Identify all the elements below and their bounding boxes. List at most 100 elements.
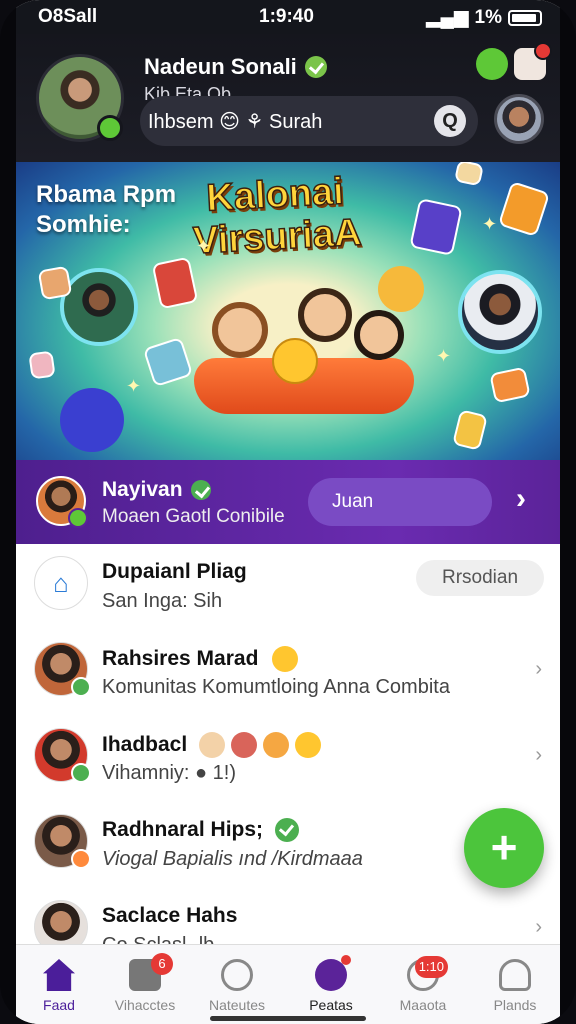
chevron-right-icon[interactable]: › xyxy=(516,482,526,516)
user-avatar[interactable] xyxy=(36,54,124,142)
music-tile-icon xyxy=(452,409,488,451)
chat-icon xyxy=(221,959,253,991)
search-text: Ihbsem 😊 ⚘ Surah xyxy=(148,111,323,133)
secondary-avatar[interactable] xyxy=(494,94,544,144)
kid-illustration xyxy=(354,310,404,360)
tab-feed[interactable]: Faad xyxy=(16,959,102,1013)
item-title-row: Ihadbacl xyxy=(102,732,322,758)
promo-title-row: Nayivan xyxy=(102,478,211,502)
gallery-icon: 6 xyxy=(129,953,173,991)
promo-avatar xyxy=(36,476,88,528)
chevron-right-icon[interactable]: › xyxy=(535,744,542,767)
chevron-right-icon[interactable]: › xyxy=(535,916,542,939)
feature-banner[interactable]: Rbama Rpm Somhie: Kalonai VirsuriaA ✦ ✦ … xyxy=(16,162,560,460)
signal-icon: ▂▄▆ xyxy=(425,7,469,28)
tab-label: Maaota xyxy=(399,997,447,1013)
item-title-row: Radhnaral Hips; xyxy=(102,818,300,842)
man-with-tablet-photo xyxy=(458,270,542,354)
leaf-tile-icon xyxy=(497,180,551,238)
battery-percent: 1% xyxy=(474,6,502,28)
add-button[interactable]: + xyxy=(464,808,544,888)
tab-profile[interactable]: Plands xyxy=(472,959,558,1013)
status-bar: O8Sall 1:9:40 ▂▄▆ 1% xyxy=(16,0,560,34)
tab-label: Faad xyxy=(43,997,75,1013)
badge-count: 6 xyxy=(151,953,173,975)
tab-messages[interactable]: 1:10 Maaota xyxy=(380,956,466,1013)
status-icons: ▂▄▆ 1% xyxy=(426,6,542,29)
verified-icon xyxy=(190,480,211,500)
item-title: Ihadbacl xyxy=(102,733,188,756)
tab-label: Plands xyxy=(493,997,537,1013)
leaf-icon[interactable] xyxy=(476,48,508,80)
tiny-tile-icon xyxy=(28,350,56,380)
item-subtitle: Vihamniy: ● 1!) xyxy=(102,762,236,784)
item-subtitle: Viogal Bapialis ınd /Kirdmaaa xyxy=(102,848,363,870)
banner-left-title: Rbama Rpm Somhie: xyxy=(36,180,176,240)
online-badge-icon xyxy=(71,849,91,869)
list-item[interactable]: ⌂ Dupaianl Pliag San Inga: Sih Rrsodian xyxy=(16,544,560,630)
verified-icon xyxy=(275,818,300,842)
phone-frame: O8Sall 1:9:40 ▂▄▆ 1% Nadeun Sonali Kib E… xyxy=(0,0,576,1024)
tab-posts[interactable]: Peatas xyxy=(288,955,374,1013)
play-button-icon xyxy=(60,388,124,452)
item-title: Rahsires Marad xyxy=(102,647,259,670)
tab-gallery[interactable]: 6 Vihacctes xyxy=(102,953,188,1013)
inbox-icon[interactable] xyxy=(514,42,552,80)
banner-left-title-text: Rbama Rpm Somhie: xyxy=(36,181,177,238)
sparkle-icon: ✦ xyxy=(196,236,212,256)
chevron-right-icon[interactable]: › xyxy=(535,658,542,681)
photo-tile-icon xyxy=(37,265,73,301)
contact-avatar xyxy=(34,642,91,697)
kid-illustration xyxy=(298,288,352,342)
item-title-row: Rahsires Marad xyxy=(102,646,299,672)
face-emoji-icon xyxy=(231,732,258,758)
tab-chat[interactable]: Nateutes xyxy=(194,959,280,1013)
online-badge-icon xyxy=(71,677,91,697)
banner-headline-text: Kalonai VirsuriaA xyxy=(191,170,363,263)
list-item[interactable]: Ihadbacl Vihamniy: ● 1!) › xyxy=(16,716,560,802)
globe-icon xyxy=(315,955,351,991)
join-button[interactable]: Juan xyxy=(308,478,492,526)
sparkle-icon: ✦ xyxy=(436,346,452,366)
smile-emoji-icon xyxy=(272,646,299,672)
notification-dot xyxy=(534,42,552,60)
sparkle-icon: ✦ xyxy=(126,376,142,396)
item-subtitle: Komunitas Komumtloing Anna Combita xyxy=(102,676,450,698)
picture-tile-icon xyxy=(489,366,531,404)
item-subtitle: San Inga: Sih xyxy=(102,590,223,612)
chat-list: ⌂ Dupaianl Pliag San Inga: Sih Rrsodian … xyxy=(16,544,560,956)
community-promo-bar[interactable]: Nayivan Moaen Gaotl Conibile Juan › xyxy=(16,460,560,544)
banner-headline: Kalonai VirsuriaA xyxy=(190,170,363,263)
guitar-player-photo xyxy=(60,268,138,346)
phone-tile-icon xyxy=(151,256,199,310)
header-actions xyxy=(476,42,552,80)
online-badge-icon xyxy=(71,763,91,783)
tab-label: Peatas xyxy=(309,997,353,1013)
item-title: Saclace Hahs xyxy=(102,904,238,927)
kid-illustration xyxy=(212,302,268,358)
action-pill-button[interactable]: Rrsodian xyxy=(416,560,544,596)
promo-subtitle: Moaen Gaotl Conibile xyxy=(102,506,285,527)
promo-title: Nayivan xyxy=(102,478,183,501)
search-input[interactable]: Ihbsem 😊 ⚘ Surah Q xyxy=(140,96,478,146)
search-icon[interactable]: Q xyxy=(434,105,466,137)
contact-avatar xyxy=(34,814,91,869)
tab-label: Vihacctes xyxy=(114,997,176,1013)
tab-label: Nateutes xyxy=(208,997,266,1013)
profile-icon xyxy=(499,959,531,991)
app-screen: O8Sall 1:9:40 ▂▄▆ 1% Nadeun Sonali Kib E… xyxy=(16,0,560,1024)
user-name-row: Nadeun Sonali xyxy=(144,54,327,80)
sparkle-icon: ✦ xyxy=(482,214,498,234)
mascot-icon xyxy=(378,266,424,312)
profile-header: Nadeun Sonali Kib Eta Ob Ihbsem 😊 ⚘ Sura… xyxy=(16,34,560,162)
smiley-icon xyxy=(272,338,318,384)
gallery-tile-icon xyxy=(142,336,194,388)
user-name: Nadeun Sonali xyxy=(144,54,297,79)
list-item[interactable]: Rahsires Marad Komunitas Komumtloing Ann… xyxy=(16,630,560,716)
sticker-tile-icon xyxy=(453,162,485,187)
online-badge-icon xyxy=(97,115,123,141)
messages-icon: 1:10 xyxy=(407,956,448,991)
verified-icon xyxy=(304,56,327,78)
bottom-tab-bar: Faad 6 Vihacctes Nateutes Peatas 1:10 Ma… xyxy=(16,944,560,1024)
home-indicator xyxy=(210,1016,366,1021)
